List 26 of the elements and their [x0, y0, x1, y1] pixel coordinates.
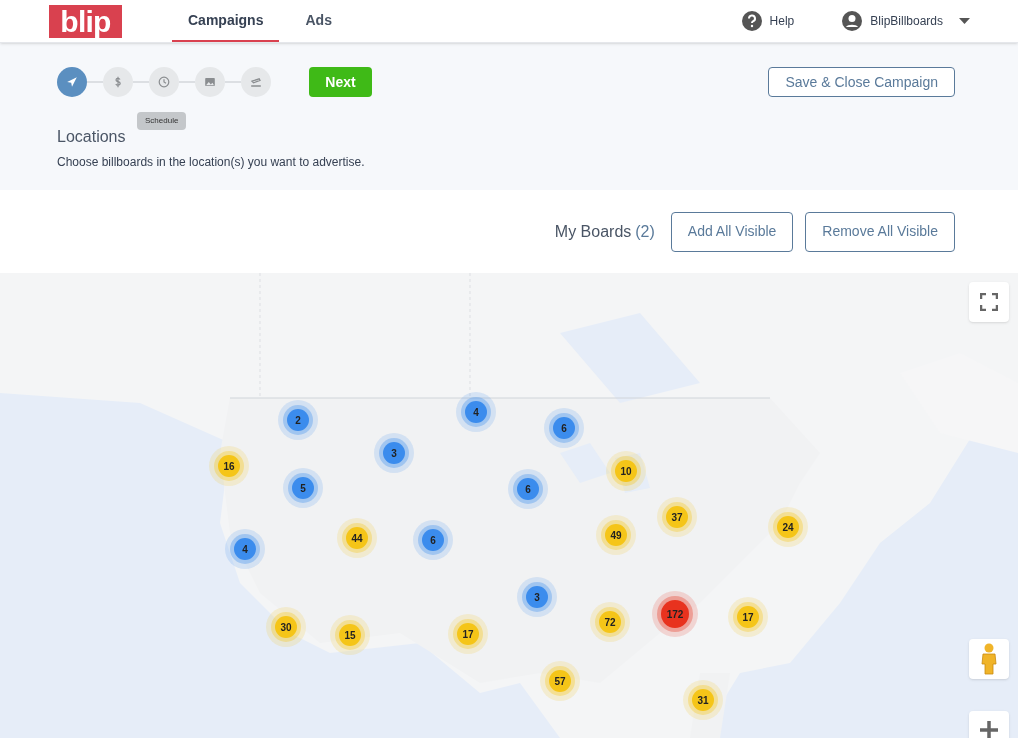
- caret-icon[interactable]: [959, 18, 970, 24]
- nav-tab[interactable]: Ads: [289, 0, 348, 42]
- fullscreen-button[interactable]: [969, 282, 1009, 322]
- step-button[interactable]: [195, 67, 225, 97]
- board-count: (2): [635, 221, 655, 242]
- tooltip: Schedule: [137, 112, 187, 130]
- clock-icon: [156, 74, 172, 90]
- account-menu[interactable]: BlipBillboards: [870, 12, 943, 30]
- street-view-button[interactable]: [969, 639, 1009, 679]
- section-title: Locations: [57, 127, 127, 147]
- help-link[interactable]: Help: [769, 12, 795, 30]
- step-button[interactable]: [241, 67, 271, 97]
- user-avatar-icon[interactable]: [842, 11, 863, 31]
- plus-icon: [980, 721, 998, 738]
- help-icon[interactable]: [741, 11, 762, 31]
- pegman-icon: [981, 643, 997, 675]
- save-close-button[interactable]: Save & Close Campaign: [768, 67, 955, 97]
- step-button[interactable]: [57, 67, 87, 97]
- board-action-button[interactable]: Remove All Visible: [805, 211, 955, 252]
- section-description: Choose billboards in the location(s) you want to advertise.: [57, 154, 366, 171]
- step-button[interactable]: [149, 67, 179, 97]
- blip-logo[interactable]: blip: [49, 4, 122, 38]
- fullscreen-icon: [980, 293, 998, 311]
- my-boards-label: My Boards: [554, 221, 632, 242]
- step-button[interactable]: [103, 67, 133, 97]
- board-action-button[interactable]: Add All Visible: [670, 211, 794, 252]
